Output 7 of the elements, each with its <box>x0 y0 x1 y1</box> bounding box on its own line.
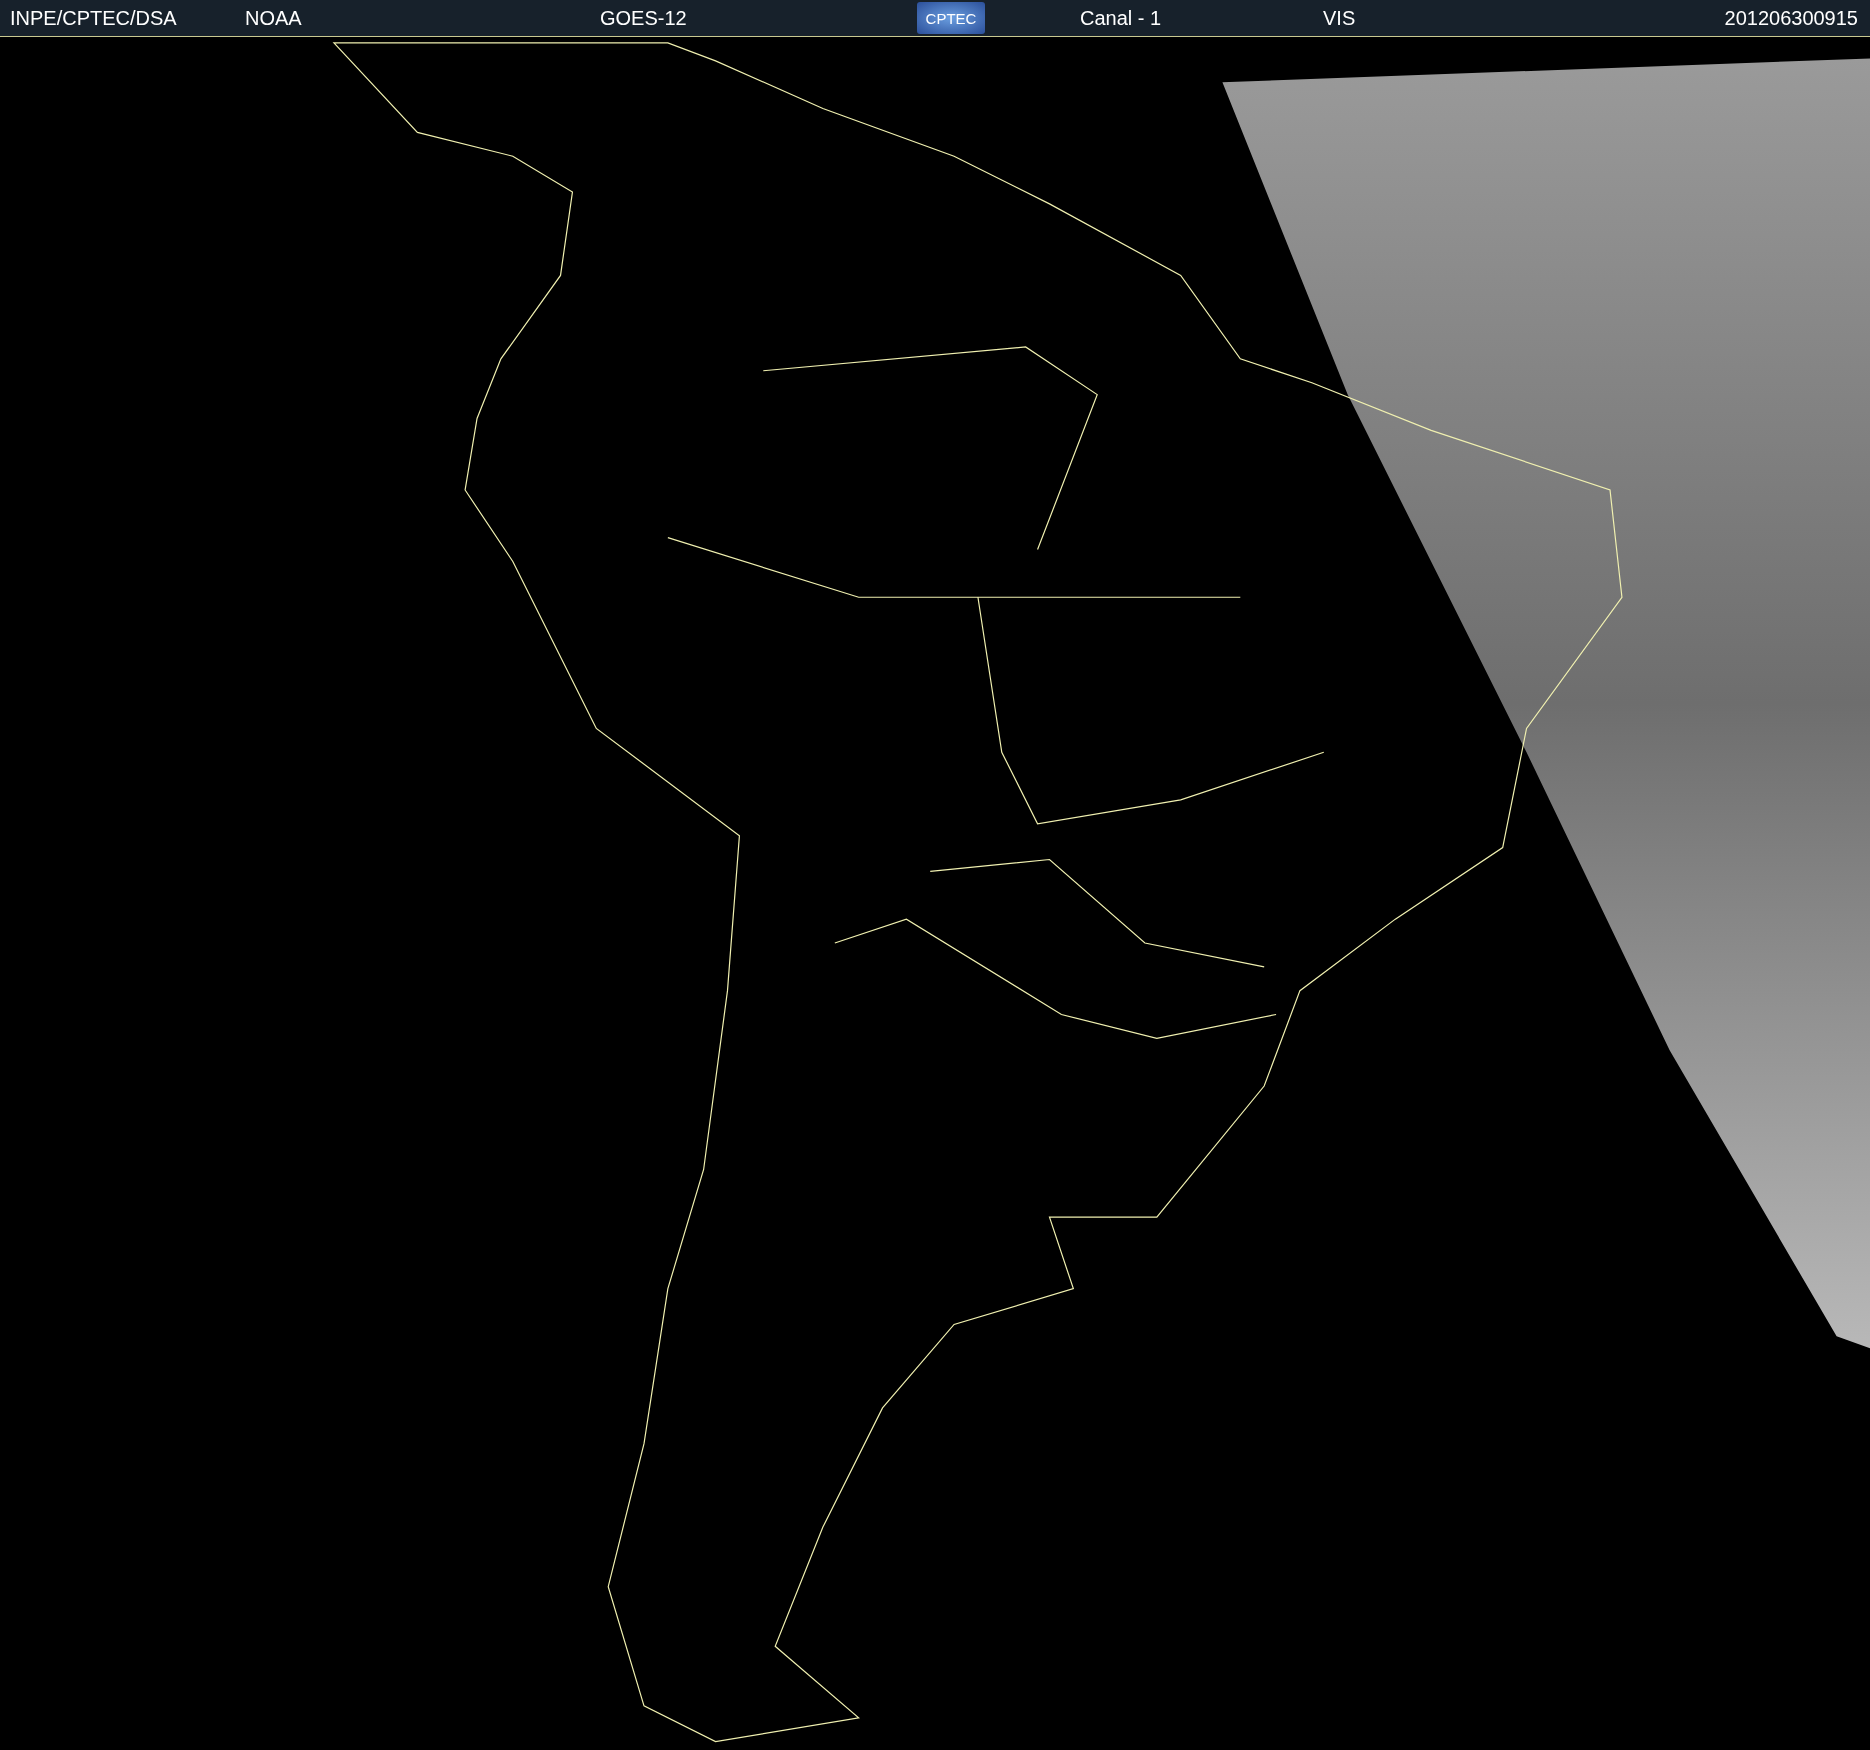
satellite-label: GOES-12 <box>600 6 688 30</box>
band-label: VIS <box>1323 6 1357 30</box>
channel-label: Canal - 1 <box>1080 6 1163 30</box>
agency-label: NOAA <box>245 6 303 30</box>
timestamp-label: 201206300915 <box>1724 6 1858 30</box>
logo: CPTEC <box>917 2 985 34</box>
source-label: INPE/CPTEC/DSA <box>10 6 178 30</box>
